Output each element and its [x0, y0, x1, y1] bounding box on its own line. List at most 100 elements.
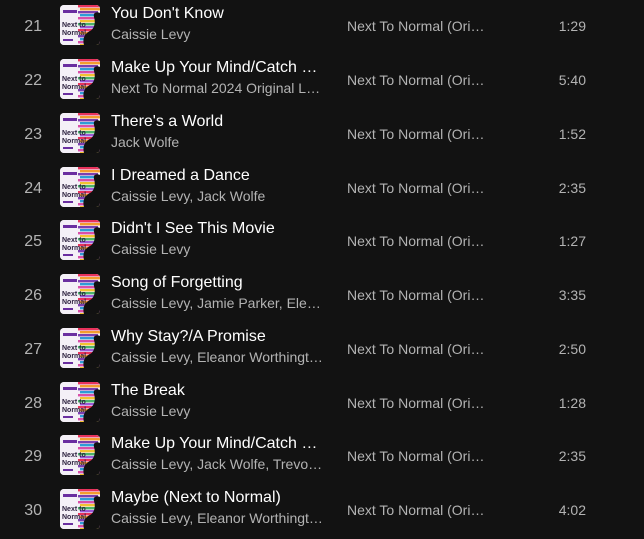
svg-text:Normal: Normal: [62, 460, 86, 467]
svg-text:Normal: Normal: [62, 514, 86, 521]
track-title[interactable]: Make Up Your Mind/Catch Me I'm Falling: [111, 59, 326, 77]
album-art: Next to Normal: [60, 274, 100, 314]
album-art: Next to Normal: [60, 382, 100, 422]
svg-text:Next to: Next to: [62, 184, 86, 191]
track-row[interactable]: 29 Next to Normal Make Up Your Mind/Catch…: [0, 432, 644, 484]
track-duration: 4:02: [558, 502, 586, 518]
track-artist[interactable]: Caissie Levy, Eleanor Worthington-Cox: [111, 510, 326, 526]
album-art-image: Next toNormal: [60, 167, 100, 207]
svg-text:Next to: Next to: [62, 237, 86, 244]
track-album[interactable]: Next To Normal (Original London Cast Rec…: [347, 287, 487, 303]
album-art: Next to Normal: [60, 59, 100, 99]
track-title[interactable]: Didn't I See This Movie: [111, 220, 326, 238]
track-artist[interactable]: Caissie Levy: [111, 403, 326, 419]
track-album[interactable]: Next To Normal (Original London Cast Rec…: [347, 448, 487, 464]
track-title[interactable]: There's a World: [111, 113, 326, 131]
track-number: 28: [24, 395, 42, 412]
album-art-image: Next toNormal: [60, 328, 100, 368]
track-artist[interactable]: Jack Wolfe: [111, 134, 326, 150]
track-artist[interactable]: Next To Normal 2024 Original London Cast: [111, 80, 326, 96]
svg-text:Normal: Normal: [62, 245, 86, 252]
album-art-image: Next toNormal: [60, 59, 100, 99]
album-art: Next to Normal: [60, 220, 100, 260]
svg-text:Normal: Normal: [62, 192, 86, 199]
track-artist[interactable]: Caissie Levy, Jack Wolfe: [111, 188, 326, 204]
svg-text:Normal: Normal: [62, 299, 86, 306]
track-number: 27: [24, 341, 42, 358]
track-number: 29: [24, 448, 42, 465]
track-duration: 1:29: [558, 18, 586, 34]
track-artist[interactable]: Caissie Levy, Jack Wolfe, Trevor Dion Ni…: [111, 456, 326, 472]
track-title[interactable]: Why Stay?/A Promise: [111, 328, 326, 346]
track-duration: 1:28: [558, 395, 586, 411]
album-art: Next to Normal: [60, 489, 100, 529]
track-duration: 1:52: [558, 126, 586, 142]
track-row[interactable]: 28 Next to Normal The Break Caissie Levy …: [0, 379, 644, 431]
track-artist[interactable]: Caissie Levy: [111, 26, 326, 42]
track-album[interactable]: Next To Normal (Original London Cast Rec…: [347, 341, 487, 357]
svg-text:Next to: Next to: [62, 506, 86, 513]
track-artist[interactable]: Caissie Levy: [111, 241, 326, 257]
tracklist: 21 Next to Normal You Don't Know Caissie …: [0, 0, 644, 539]
track-row[interactable]: 21 Next to Normal You Don't Know Caissie …: [0, 2, 644, 54]
track-album[interactable]: Next To Normal (Original London Cast Rec…: [347, 72, 487, 88]
track-title[interactable]: Maybe (Next to Normal): [111, 489, 326, 507]
album-art-image: Next toNormal: [60, 382, 100, 422]
track-title[interactable]: Make Up Your Mind/Catch Me I'm Falling: [111, 435, 326, 453]
track-duration: 2:35: [558, 180, 586, 196]
track-title[interactable]: Song of Forgetting: [111, 274, 326, 292]
track-album[interactable]: Next To Normal (Original London Cast Rec…: [347, 18, 487, 34]
album-art-image: Next toNormal: [60, 489, 100, 529]
track-number: 30: [24, 502, 42, 519]
album-art: Next to Normal: [60, 113, 100, 153]
track-artist[interactable]: Caissie Levy, Eleanor Worthington-Cox: [111, 349, 326, 365]
svg-text:Next to: Next to: [62, 399, 86, 406]
track-row[interactable]: 26 Next to Normal Song of Forgetting Cais…: [0, 271, 644, 323]
track-album[interactable]: Next To Normal (Original London Cast Rec…: [347, 233, 487, 249]
album-art: Next to Normal: [60, 328, 100, 368]
track-number: 25: [24, 233, 42, 250]
svg-text:Normal: Normal: [62, 138, 86, 145]
svg-text:Next to: Next to: [62, 452, 86, 459]
svg-text:Normal: Normal: [62, 353, 86, 360]
svg-text:Next to: Next to: [62, 22, 86, 29]
svg-text:Normal: Normal: [62, 407, 86, 414]
svg-text:Normal: Normal: [62, 84, 86, 91]
album-art-image: Next toNormal: [60, 5, 100, 45]
svg-text:Next to: Next to: [62, 130, 86, 137]
track-number: 26: [24, 287, 42, 304]
track-title[interactable]: You Don't Know: [111, 5, 326, 23]
track-album[interactable]: Next To Normal (Original London Cast Rec…: [347, 180, 487, 196]
track-row[interactable]: 24 Next to Normal I Dreamed a Dance Caiss…: [0, 164, 644, 216]
track-row[interactable]: 30 Next to Normal Maybe (Next to Normal) …: [0, 486, 644, 538]
track-album[interactable]: Next To Normal (Original London Cast Rec…: [347, 126, 487, 142]
track-artist[interactable]: Caissie Levy, Jamie Parker, Eleanor Wort…: [111, 295, 326, 311]
svg-text:Next to: Next to: [62, 345, 86, 352]
track-title[interactable]: The Break: [111, 382, 326, 400]
track-album[interactable]: Next To Normal (Original London Cast Rec…: [347, 502, 487, 518]
track-row[interactable]: 23 Next to Normal There's a World Jack Wo…: [0, 110, 644, 162]
track-row[interactable]: 25 Next to Normal Didn't I See This Movie…: [0, 217, 644, 269]
track-duration: 5:40: [558, 72, 586, 88]
track-duration: 3:35: [558, 287, 586, 303]
album-art-image: Next toNormal: [60, 435, 100, 475]
svg-text:Next to: Next to: [62, 76, 86, 83]
track-number: 21: [24, 18, 42, 35]
track-number: 24: [24, 180, 42, 197]
svg-text:Normal: Normal: [62, 30, 86, 37]
track-row[interactable]: 22 Next to Normal Make Up Your Mind/Catch…: [0, 56, 644, 108]
track-number: 22: [24, 72, 42, 89]
album-art: Next to Normal: [60, 5, 100, 45]
track-number: 23: [24, 126, 42, 143]
album-art-image: Next toNormal: [60, 113, 100, 153]
album-art-image: Next toNormal: [60, 274, 100, 314]
track-title[interactable]: I Dreamed a Dance: [111, 167, 326, 185]
track-album[interactable]: Next To Normal (Original London Cast Rec…: [347, 395, 487, 411]
svg-text:Next to: Next to: [62, 291, 86, 298]
track-duration: 2:50: [558, 341, 586, 357]
album-art: Next to Normal: [60, 167, 100, 207]
track-duration: 1:27: [558, 233, 586, 249]
track-row[interactable]: 27 Next to Normal Why Stay?/A Promise Cai…: [0, 325, 644, 377]
album-art: Next to Normal: [60, 435, 100, 475]
album-art-image: Next toNormal: [60, 220, 100, 260]
